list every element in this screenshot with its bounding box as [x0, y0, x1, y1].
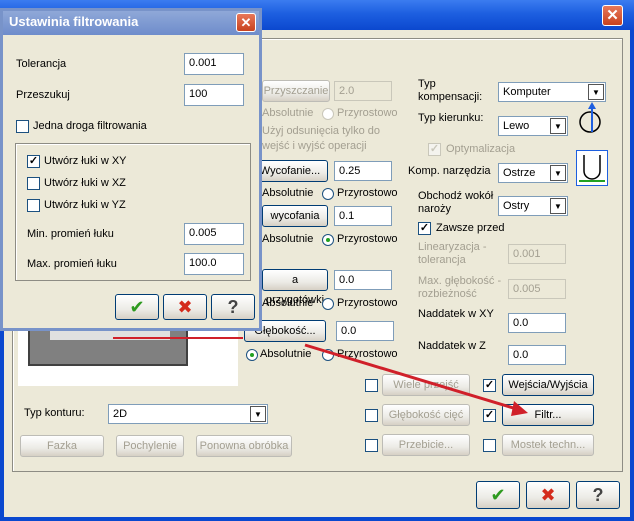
tolerance-label: Tolerancja — [16, 58, 67, 70]
arcs-yz-label: Utwórz łuki w YZ — [44, 199, 126, 211]
filter-ok-button[interactable]: ✔ — [115, 294, 159, 320]
arcs-xy-label: Utwórz łuki w XY — [44, 155, 127, 167]
min-radius-label: Min. promień łuku — [27, 228, 114, 240]
max-radius-field[interactable]: 100.0 — [184, 253, 244, 275]
filter-settings-dialog: Ustawinia filtrowania ✕ Tolerancja 0.001… — [0, 8, 262, 331]
filter-close-button[interactable]: ✕ — [236, 13, 256, 32]
one-way-checkbox[interactable] — [16, 120, 29, 133]
filter-cancel-button[interactable]: ✖ — [163, 294, 207, 320]
one-way-label: Jedna droga filtrowania — [33, 120, 147, 132]
filter-title-bar[interactable]: Ustawinia filtrowania ✕ — [3, 11, 259, 35]
arcs-xy-checkbox[interactable]: ✓ — [27, 155, 40, 168]
tolerance-field[interactable]: 0.001 — [184, 53, 244, 75]
min-radius-field[interactable]: 0.005 — [184, 223, 244, 245]
max-radius-label: Max. promień łuku — [27, 258, 117, 270]
arcs-xz-label: Utwórz łuki w XZ — [44, 177, 126, 189]
filter-dialog-title: Ustawinia filtrowania — [9, 14, 139, 29]
arcs-xz-checkbox[interactable] — [27, 177, 40, 190]
lookahead-field[interactable]: 100 — [184, 84, 244, 106]
lookahead-label: Przeszukuj — [16, 89, 70, 101]
filter-help-button[interactable]: ? — [211, 294, 255, 320]
arcs-yz-checkbox[interactable] — [27, 199, 40, 212]
